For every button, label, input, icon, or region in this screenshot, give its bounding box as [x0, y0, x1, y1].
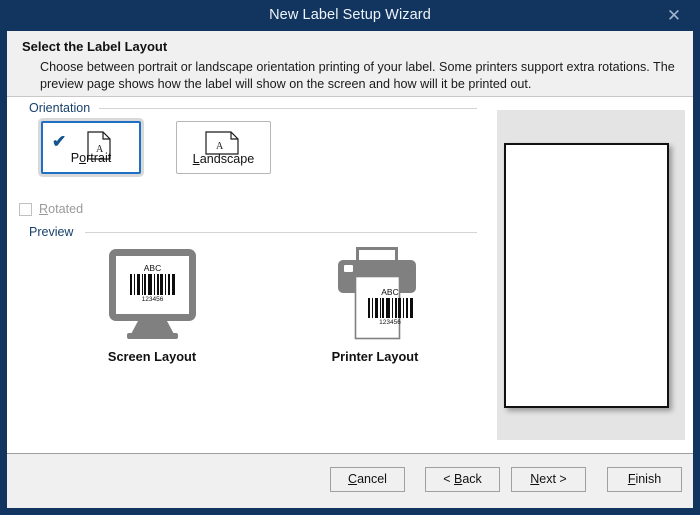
wizard-header: Select the Label Layout Choose between p…: [7, 31, 693, 97]
preview-item-printer: ABC 123456 Printer Layout: [310, 247, 440, 372]
printer-barcode: ABC 123456: [361, 287, 419, 326]
dialog-window: New Label Setup Wizard ✕ Select the Labe…: [0, 0, 700, 515]
preview-item-screen: ABC 123456 Screen Layout: [87, 247, 217, 372]
rotated-checkbox-row[interactable]: Rotated: [19, 202, 83, 216]
label-preview-panel: [497, 110, 685, 440]
preview-caption-screen: Screen Layout: [87, 349, 217, 364]
dialog-footer: Cancel < Back Next > Finish: [7, 453, 693, 508]
close-icon[interactable]: ✕: [654, 0, 694, 31]
selected-check-icon: ✔: [52, 133, 66, 150]
svg-text:A: A: [216, 141, 224, 152]
printer-barcode-bars: [361, 298, 419, 318]
orientation-option-portrait[interactable]: ✔ A Portrait: [41, 121, 141, 174]
screen-barcode-text: ABC: [120, 263, 185, 273]
title-bar: New Label Setup Wizard ✕: [0, 0, 700, 31]
preview-group-label: Preview: [29, 225, 79, 239]
screen-barcode-bars: [120, 274, 185, 295]
rotated-checkbox-label: Rotated: [39, 202, 83, 216]
page-title: Select the Label Layout: [22, 39, 167, 54]
label-preview-page: [504, 143, 669, 408]
back-button[interactable]: < Back: [425, 467, 500, 492]
orientation-option-portrait-label: Portrait: [43, 151, 139, 165]
cancel-button[interactable]: Cancel: [330, 467, 405, 492]
finish-button[interactable]: Finish: [607, 467, 682, 492]
preview-caption-printer: Printer Layout: [310, 349, 440, 364]
orientation-option-landscape-label: Landscape: [177, 152, 270, 166]
orientation-group-label: Orientation: [29, 101, 96, 115]
printer-barcode-text: ABC: [361, 287, 419, 297]
screen-barcode: ABC 123456: [120, 263, 185, 303]
printer-barcode-number: 123456: [361, 319, 419, 326]
orientation-group-divider: [99, 108, 477, 109]
dialog-body: Orientation ✔ A Portrait A Landscape: [7, 97, 693, 452]
page-description: Choose between portrait or landscape ori…: [40, 59, 680, 93]
orientation-option-landscape[interactable]: A Landscape: [176, 121, 271, 174]
next-button[interactable]: Next >: [511, 467, 586, 492]
rotated-checkbox[interactable]: [19, 203, 32, 216]
window-title: New Label Setup Wizard: [0, 0, 700, 31]
preview-group-divider: [85, 232, 477, 233]
screen-barcode-number: 123456: [120, 296, 185, 303]
